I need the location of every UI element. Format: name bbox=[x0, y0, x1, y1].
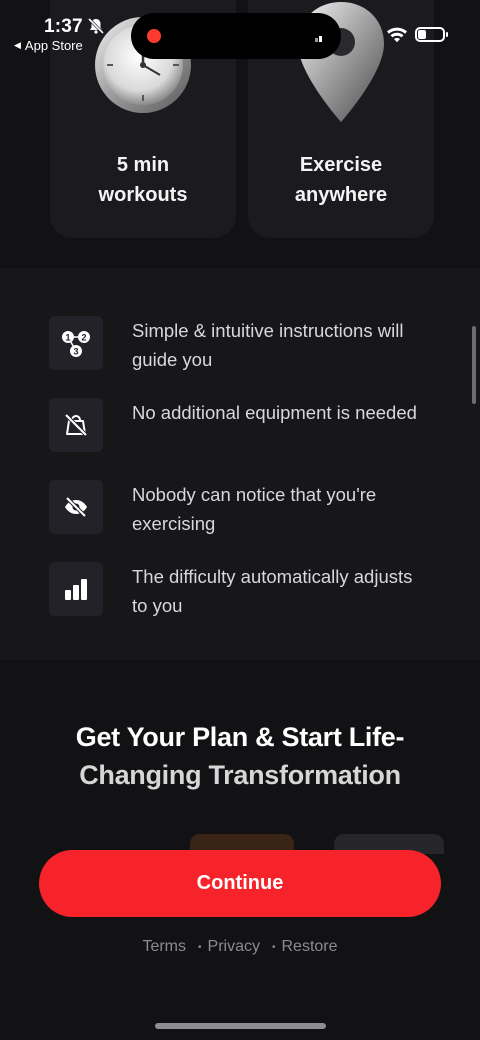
continue-button[interactable]: Continue bbox=[39, 850, 441, 917]
status-bar: 1:37 ◀ App Store bbox=[0, 0, 480, 60]
footer-links: Terms • Privacy • Restore bbox=[0, 938, 480, 956]
feature-label-line1: 5 min bbox=[116, 154, 170, 176]
benefit-text: No additional equipment is needed bbox=[132, 402, 417, 423]
terms-link[interactable]: Terms bbox=[142, 938, 186, 956]
benefit-item: No additional equipment is needed bbox=[0, 398, 480, 458]
back-to-app-store-link[interactable]: ◀ App Store bbox=[14, 38, 83, 53]
svg-text:2: 2 bbox=[81, 333, 86, 343]
headline-line2: Changing Transformation bbox=[79, 760, 401, 790]
headline-line1: Get Your Plan & Start Life- bbox=[75, 722, 405, 752]
feature-label-line2: anywhere bbox=[294, 184, 388, 206]
recording-dot-icon bbox=[147, 29, 161, 43]
privacy-link[interactable]: Privacy bbox=[208, 938, 260, 956]
plan-headline: Get Your Plan & Start Life- Changing Tra… bbox=[0, 718, 480, 794]
bell-off-icon bbox=[87, 17, 105, 35]
feature-card-label: Exercise anywhere bbox=[248, 150, 434, 210]
dynamic-island bbox=[131, 13, 341, 59]
wifi-icon bbox=[387, 27, 407, 43]
eye-off-icon bbox=[49, 480, 103, 534]
benefit-text: Nobody can notice that you're exercising bbox=[132, 484, 377, 534]
benefit-text: Simple & intuitive instructions will gui… bbox=[132, 320, 404, 370]
footer-separator: • bbox=[198, 941, 202, 953]
no-weight-icon bbox=[49, 398, 103, 452]
benefit-item: The difficulty automatically adjusts to … bbox=[0, 562, 480, 622]
signal-icon bbox=[315, 36, 322, 42]
back-triangle-icon: ◀ bbox=[14, 40, 21, 50]
footer-separator: • bbox=[271, 941, 276, 953]
benefit-item: 1 2 3 Simple & intuitive instructions wi… bbox=[0, 316, 480, 376]
back-app-label: App Store bbox=[24, 38, 83, 53]
home-indicator[interactable] bbox=[155, 1023, 326, 1029]
bar-chart-icon bbox=[49, 562, 103, 616]
svg-text:3: 3 bbox=[73, 347, 78, 357]
benefits-section: 1 2 3 Simple & intuitive instructions wi… bbox=[0, 268, 480, 660]
scrollbar[interactable] bbox=[472, 326, 476, 404]
battery-icon bbox=[415, 27, 448, 42]
feature-label-line1: Exercise bbox=[299, 154, 383, 176]
restore-link[interactable]: Restore bbox=[282, 938, 338, 956]
benefit-text: The difficulty automatically adjusts to … bbox=[132, 566, 413, 616]
benefit-item: Nobody can notice that you're exercising bbox=[0, 480, 480, 540]
feature-label-line2: workouts bbox=[98, 184, 188, 206]
svg-text:1: 1 bbox=[65, 333, 70, 343]
status-time: 1:37 bbox=[44, 16, 83, 37]
feature-card-label: 5 min workouts bbox=[50, 150, 236, 210]
steps-icon: 1 2 3 bbox=[49, 316, 103, 370]
